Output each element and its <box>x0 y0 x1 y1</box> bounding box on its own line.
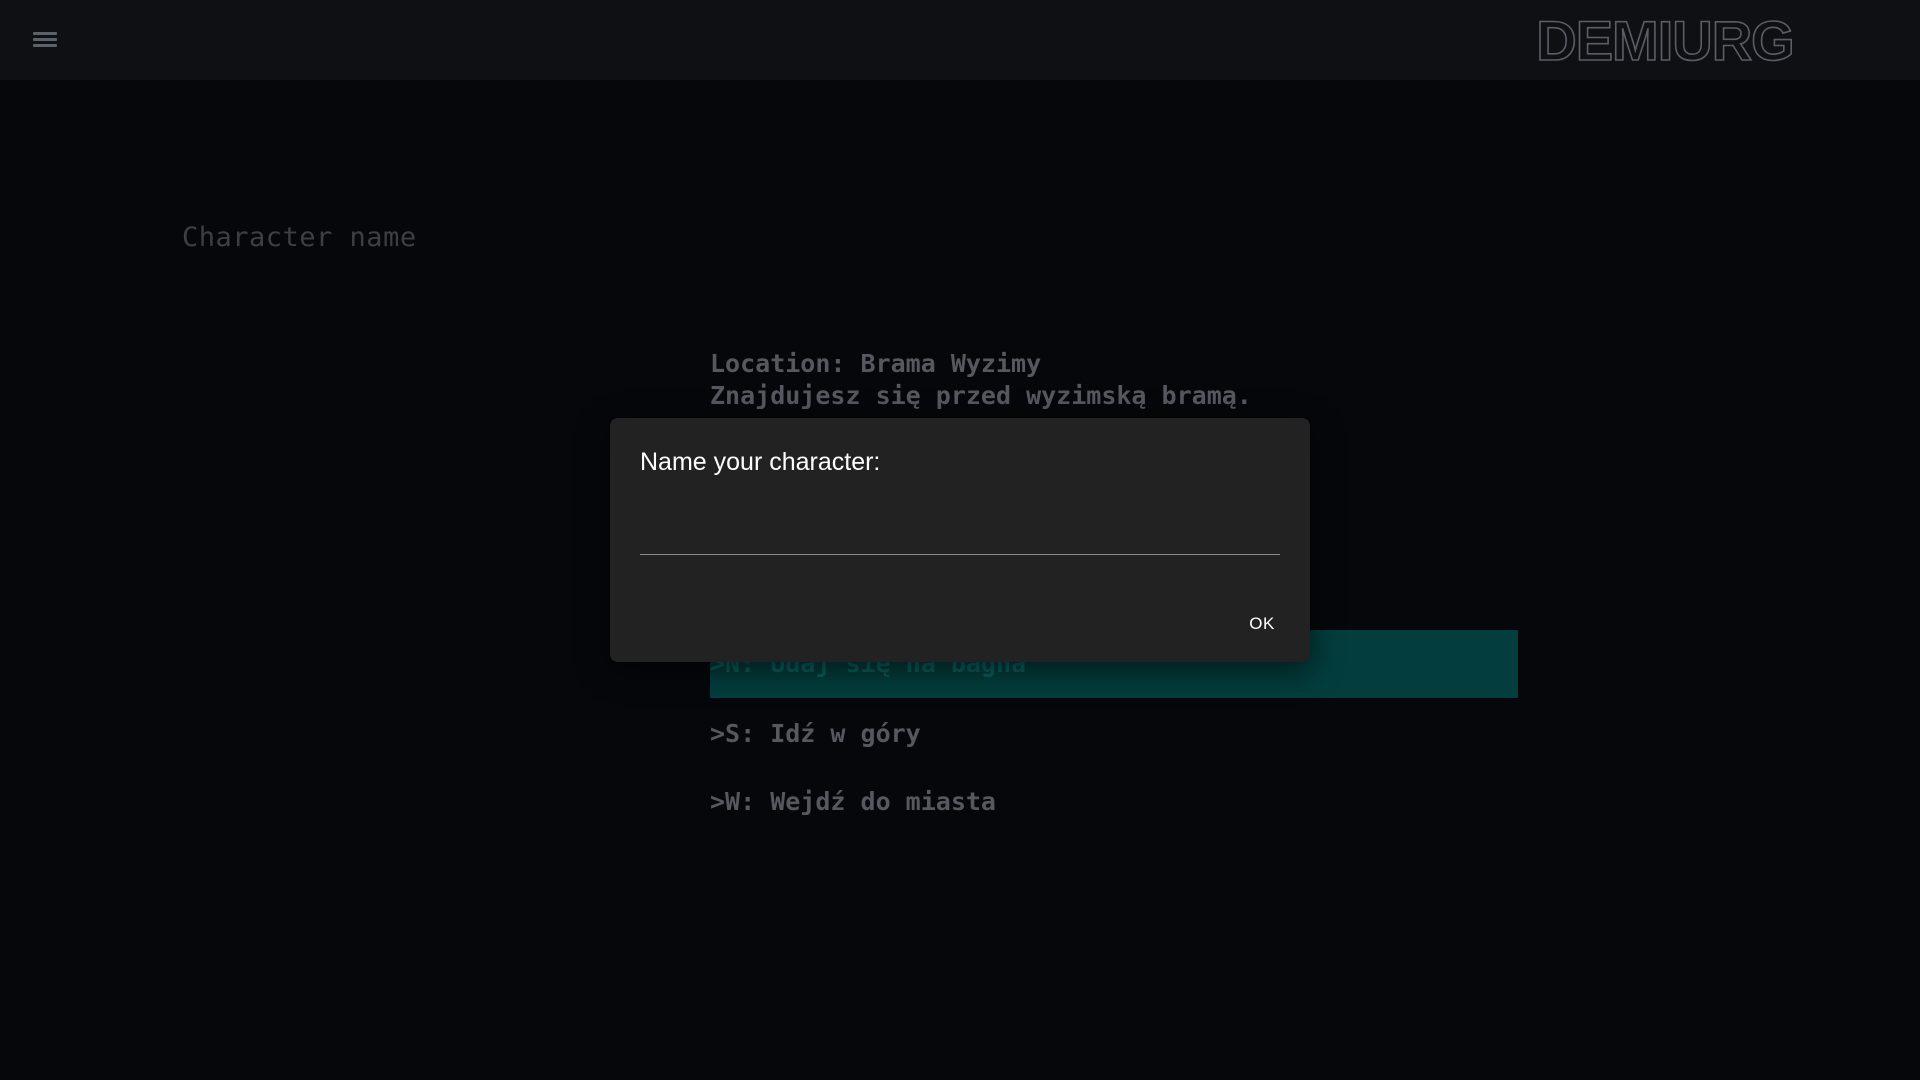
choice-west[interactable]: >W: Wejdź do miasta <box>710 768 1518 836</box>
menu-icon[interactable] <box>28 28 62 52</box>
ok-button[interactable]: OK <box>1236 606 1288 642</box>
dialog-title: Name your character: <box>640 448 881 476</box>
story-text: Location: Brama Wyzimy Znajdujesz się pr… <box>710 348 1518 412</box>
description-line: Znajdujesz się przed wyzimską bramą. <box>710 381 1252 410</box>
character-name-input[interactable] <box>640 510 1280 555</box>
location-line: Location: Brama Wyzimy <box>710 349 1042 378</box>
demiurg-logo: DEMIURG <box>1535 10 1795 70</box>
logo-text: DEMIURG <box>1536 10 1793 70</box>
choice-south[interactable]: >S: Idź w góry <box>710 700 1518 768</box>
character-name-label: Character name <box>182 222 417 253</box>
top-bar: DEMIURG <box>0 0 1920 80</box>
name-character-dialog: Name your character: OK <box>610 418 1310 662</box>
